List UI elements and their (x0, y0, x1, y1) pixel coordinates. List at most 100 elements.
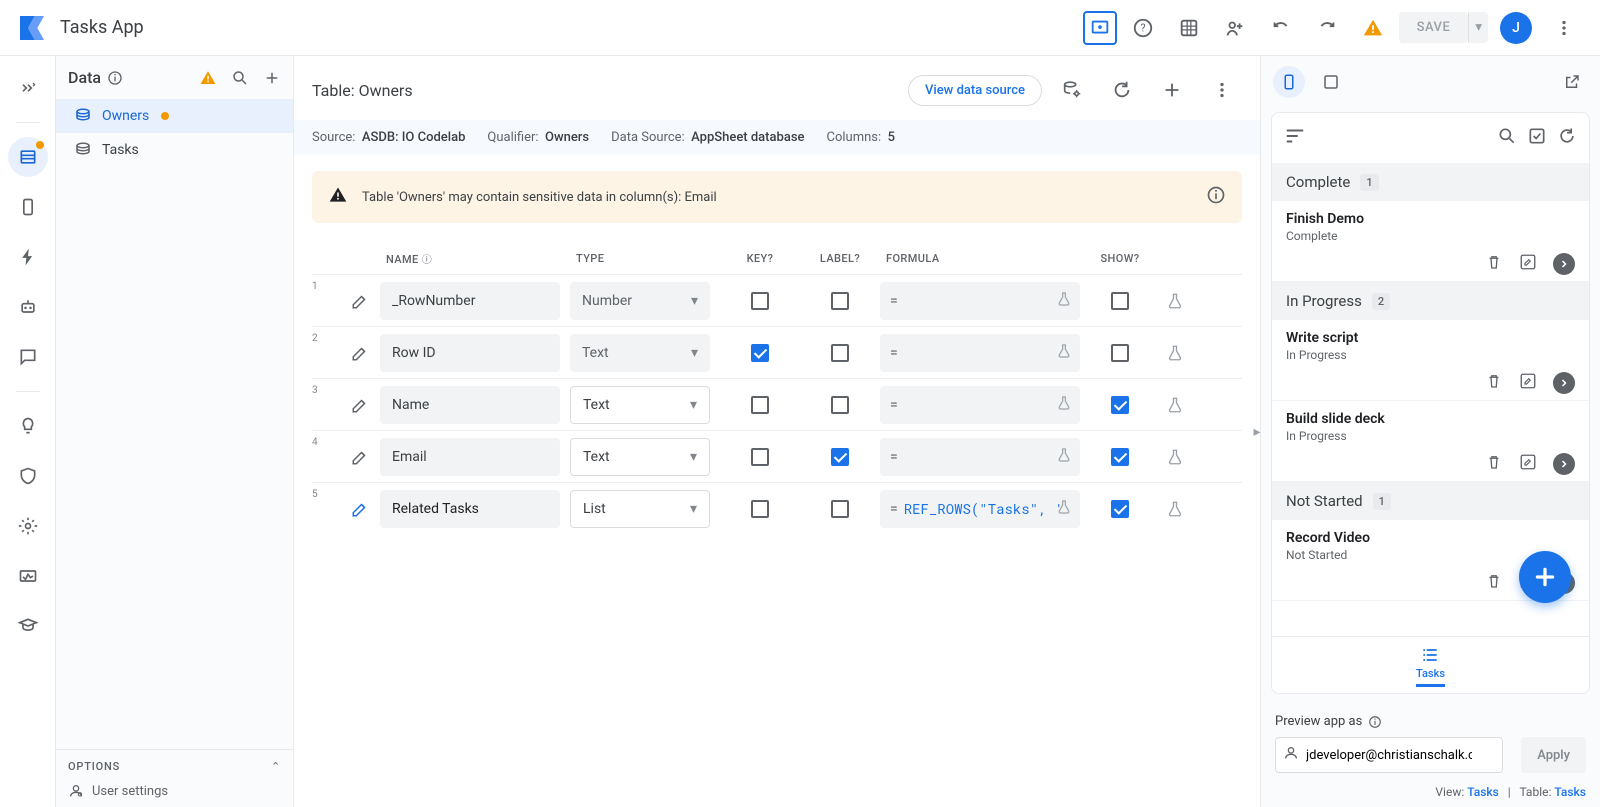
edit-icon[interactable] (1519, 453, 1537, 475)
task-card[interactable]: Build slide deckIn Progress (1272, 401, 1589, 482)
flask-icon[interactable] (1150, 448, 1200, 466)
rail-learn-icon[interactable] (8, 606, 48, 646)
edit-icon[interactable] (340, 292, 380, 310)
warning-icon[interactable] (1353, 8, 1393, 48)
rail-data-icon[interactable] (8, 137, 48, 177)
save-button[interactable]: SAVE (1399, 12, 1469, 43)
rail-intelligence-icon[interactable] (8, 406, 48, 446)
label-checkbox[interactable] (831, 344, 849, 362)
show-checkbox[interactable] (1111, 344, 1129, 362)
device-tablet-icon[interactable] (1315, 66, 1347, 98)
show-checkbox[interactable] (1111, 500, 1129, 518)
rail-home-icon[interactable] (8, 68, 48, 108)
group-header[interactable]: Complete1 (1272, 163, 1589, 201)
edit-icon[interactable] (340, 448, 380, 466)
search-icon[interactable] (231, 69, 249, 87)
chevron-right-icon[interactable] (1553, 253, 1575, 275)
device-phone-icon[interactable] (1273, 66, 1305, 98)
footer-view-link[interactable]: Tasks (1467, 785, 1499, 799)
edit-icon[interactable] (340, 344, 380, 362)
formula-input[interactable]: = (880, 282, 1080, 320)
column-type-select[interactable]: Text▾ (570, 386, 710, 424)
redo-icon[interactable] (1307, 8, 1347, 48)
column-type-select[interactable]: List▾ (570, 490, 710, 528)
label-checkbox[interactable] (831, 292, 849, 310)
rail-actions-icon[interactable] (8, 237, 48, 277)
show-checkbox[interactable] (1111, 292, 1129, 310)
table-settings-icon[interactable] (1052, 70, 1092, 110)
help-icon[interactable]: ? (1123, 8, 1163, 48)
column-name-input[interactable] (380, 490, 560, 528)
phone-search-icon[interactable] (1497, 126, 1517, 150)
task-card[interactable]: Finish DemoComplete (1272, 201, 1589, 282)
add-icon[interactable] (263, 69, 281, 87)
key-checkbox[interactable] (751, 292, 769, 310)
delete-icon[interactable] (1485, 572, 1503, 594)
preview-email-input[interactable] (1275, 737, 1503, 773)
footer-table-link[interactable]: Tasks (1554, 785, 1586, 799)
chevron-right-icon[interactable] (1553, 453, 1575, 475)
edit-icon[interactable] (1519, 253, 1537, 275)
rail-security-icon[interactable] (8, 456, 48, 496)
user-settings-item[interactable]: User settings (68, 783, 281, 799)
apply-button[interactable]: Apply (1521, 737, 1586, 773)
avatar[interactable]: J (1500, 12, 1532, 44)
table-item-tasks[interactable]: Tasks (56, 133, 293, 167)
column-type-select[interactable]: Text▾ (570, 438, 710, 476)
sort-icon[interactable] (1284, 125, 1306, 151)
sidebar-warning-icon[interactable] (199, 69, 217, 87)
flask-icon[interactable] (1150, 500, 1200, 518)
banner-info-icon[interactable] (1206, 185, 1226, 209)
share-icon[interactable] (1215, 8, 1255, 48)
show-checkbox[interactable] (1111, 396, 1129, 414)
edit-icon[interactable] (340, 500, 380, 518)
formula-input[interactable]: =REF_ROWS("Tasks", ' (880, 490, 1080, 528)
options-toggle[interactable]: OPTIONS ⌃ (68, 760, 281, 773)
rail-views-icon[interactable] (8, 187, 48, 227)
column-name-input[interactable] (380, 334, 560, 372)
key-checkbox[interactable] (751, 500, 769, 518)
table-item-owners[interactable]: Owners (56, 99, 293, 133)
edit-icon[interactable] (1519, 372, 1537, 394)
grid-icon[interactable] (1169, 8, 1209, 48)
key-checkbox[interactable] (751, 344, 769, 362)
delete-icon[interactable] (1485, 253, 1503, 275)
label-checkbox[interactable] (831, 396, 849, 414)
delete-icon[interactable] (1485, 453, 1503, 475)
flask-icon[interactable] (1150, 292, 1200, 310)
column-type-select[interactable]: Text▾ (570, 334, 710, 372)
add-column-icon[interactable] (1152, 70, 1192, 110)
select-all-icon[interactable] (1527, 126, 1547, 150)
info-icon[interactable] (107, 70, 123, 86)
formula-input[interactable]: = (880, 386, 1080, 424)
undo-icon[interactable] (1261, 8, 1301, 48)
delete-icon[interactable] (1485, 372, 1503, 394)
table-more-icon[interactable] (1202, 70, 1242, 110)
flask-icon[interactable] (1150, 396, 1200, 414)
rail-settings-icon[interactable] (8, 506, 48, 546)
rail-bots-icon[interactable] (8, 287, 48, 327)
edit-icon[interactable] (340, 396, 380, 414)
show-checkbox[interactable] (1111, 448, 1129, 466)
info-icon[interactable] (1368, 715, 1382, 729)
save-dropdown[interactable]: ▾ (1468, 12, 1488, 43)
rail-manage-icon[interactable] (8, 556, 48, 596)
task-card[interactable]: Write scriptIn Progress (1272, 320, 1589, 401)
group-header[interactable]: In Progress2 (1272, 282, 1589, 320)
key-checkbox[interactable] (751, 448, 769, 466)
chevron-right-icon[interactable] (1553, 372, 1575, 394)
key-checkbox[interactable] (751, 396, 769, 414)
label-checkbox[interactable] (831, 448, 849, 466)
column-name-input[interactable] (380, 438, 560, 476)
tab-tasks[interactable]: Tasks (1416, 645, 1445, 687)
flask-icon[interactable] (1150, 344, 1200, 362)
rail-chat-icon[interactable] (8, 337, 48, 377)
fab-add-button[interactable] (1519, 551, 1571, 603)
group-header[interactable]: Not Started1 (1272, 482, 1589, 520)
view-data-source-button[interactable]: View data source (908, 75, 1042, 106)
more-vert-icon[interactable] (1544, 8, 1584, 48)
formula-input[interactable]: = (880, 438, 1080, 476)
present-icon[interactable] (1083, 11, 1117, 45)
column-type-select[interactable]: Number▾ (570, 282, 710, 320)
phone-refresh-icon[interactable] (1557, 126, 1577, 150)
